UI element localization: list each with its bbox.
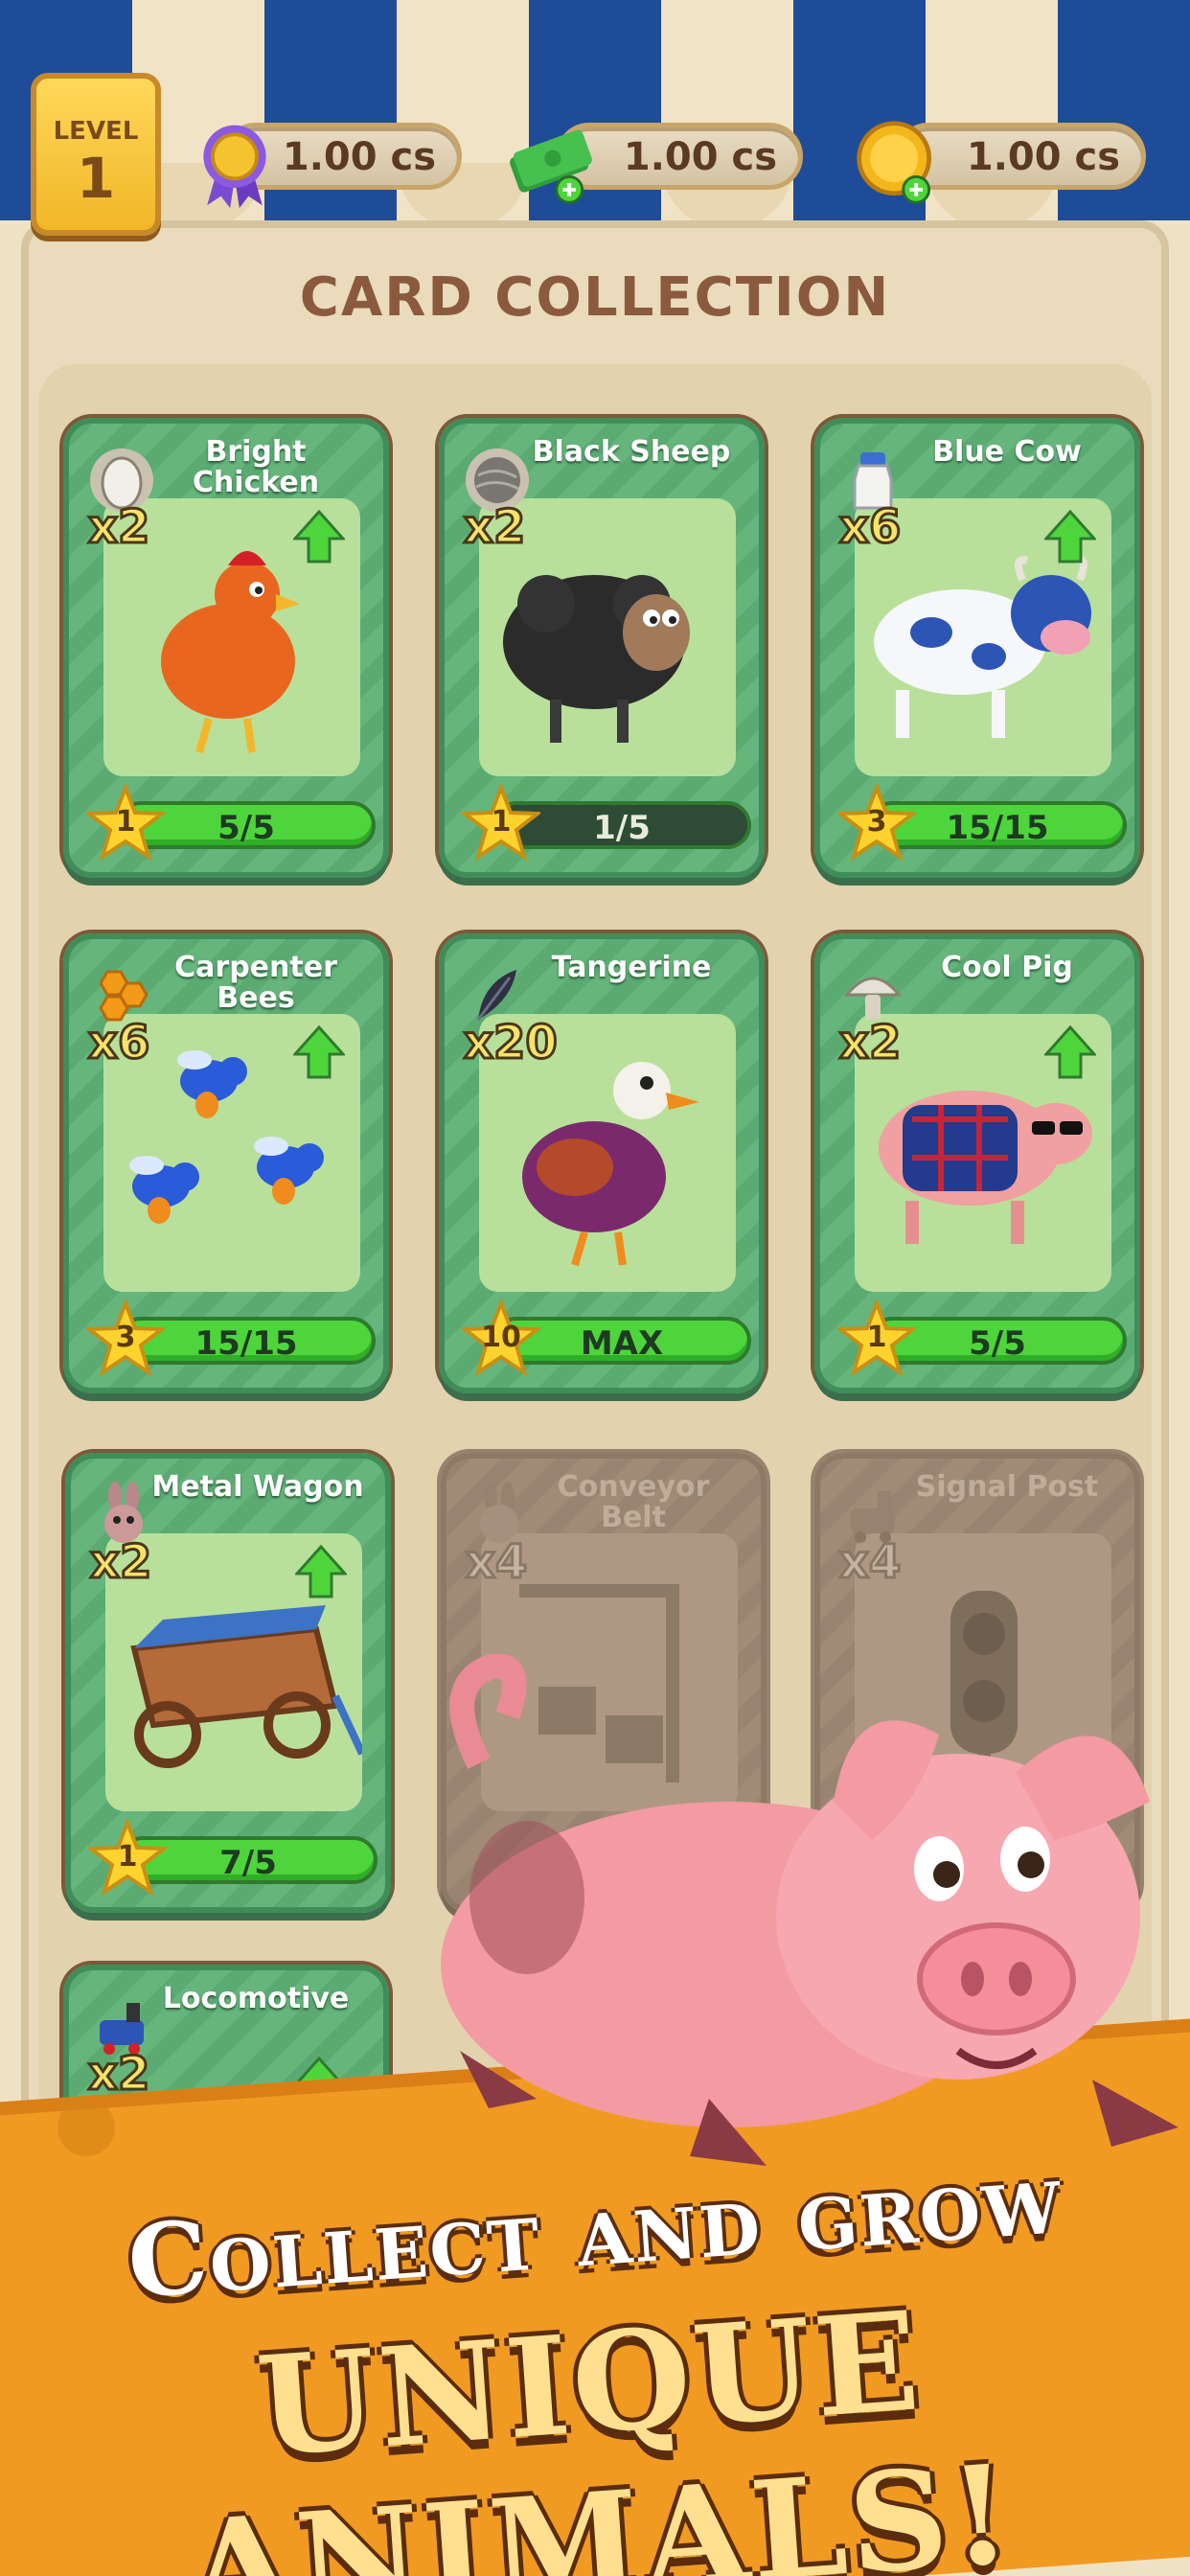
- card-name: Blue Cow: [932, 435, 1082, 469]
- card-multiplier: x2: [462, 499, 526, 556]
- cash-stack-plus-icon: [510, 129, 592, 204]
- card-multiplier: x2: [837, 1015, 902, 1071]
- card-multiplier: x6: [837, 499, 902, 556]
- card-level: 10: [481, 1321, 521, 1354]
- card-level-star: 10: [459, 1298, 543, 1378]
- upgrade-arrow-icon[interactable]: [293, 1025, 345, 1079]
- card-level-star: 3: [835, 782, 919, 862]
- upgrade-arrow-icon[interactable]: [293, 510, 345, 564]
- card-multiplier: x4: [837, 1534, 902, 1591]
- card-black-sheep[interactable]: Black Sheep x2 1/5 1: [439, 418, 765, 878]
- currency-coins[interactable]: 1.00 cs: [857, 121, 1146, 204]
- card-level-star: 3: [83, 1298, 168, 1378]
- card-name: Carpenter Bees: [174, 951, 337, 1015]
- card-level: 1: [115, 805, 136, 839]
- card-level: 3: [866, 805, 887, 839]
- cash-value: 1.00 cs: [623, 135, 777, 179]
- upgrade-arrow-icon[interactable]: [1044, 510, 1096, 564]
- card-level: 1: [491, 805, 512, 839]
- level-value: 1: [76, 146, 116, 211]
- card-name: Tangerine: [551, 951, 712, 984]
- card-level-star: 1: [459, 782, 543, 862]
- card-name: Bright Chicken: [192, 435, 320, 499]
- banner-decoration: [57, 2099, 115, 2156]
- pig-mascot-icon: [441, 1653, 1179, 2166]
- page-title: CARD COLLECTION: [299, 266, 891, 329]
- upgrade-arrow-icon[interactable]: [295, 1545, 347, 1598]
- card-carpenter-bees[interactable]: Carpenter Bees x6 15/15 3: [63, 933, 389, 1393]
- gold-coin-plus-icon: [857, 121, 932, 204]
- card-multiplier: x20: [463, 1015, 560, 1071]
- card-name: Cool Pig: [941, 951, 1073, 984]
- currency-medals[interactable]: 1.00 cs: [203, 123, 462, 209]
- card-name: Locomotive: [162, 1982, 350, 2015]
- card-level-star: 1: [85, 1817, 170, 1898]
- card-name: Metal Wagon: [151, 1470, 364, 1504]
- level-label: LEVEL: [53, 117, 139, 146]
- card-name: Conveyor Belt: [557, 1470, 710, 1534]
- card-level: 3: [115, 1321, 136, 1354]
- card-multiplier: x2: [86, 499, 150, 556]
- level-badge[interactable]: LEVEL 1: [31, 73, 161, 236]
- card-multiplier: x4: [464, 1534, 528, 1591]
- card-multiplier: x2: [88, 1534, 152, 1591]
- card-multiplier: x6: [86, 1015, 150, 1071]
- card-blue-cow[interactable]: Blue Cow x6 15/15 3: [814, 418, 1140, 878]
- card-bright-chicken[interactable]: Bright Chicken x2 5/5 1: [63, 418, 389, 878]
- card-level-star: 1: [835, 1298, 919, 1378]
- ribbon-medal-icon: [203, 125, 266, 209]
- card-level: 1: [866, 1321, 887, 1354]
- medals-value: 1.00 cs: [282, 135, 436, 179]
- card-level-star: 1: [83, 782, 168, 862]
- coins-value: 1.00 cs: [966, 135, 1120, 179]
- upgrade-arrow-icon[interactable]: [1044, 1025, 1096, 1079]
- card-name: Black Sheep: [532, 435, 731, 469]
- card-name: Signal Post: [915, 1470, 1099, 1504]
- card-tangerine[interactable]: Tangerine x20 MAX 10: [439, 933, 765, 1393]
- card-cool-pig[interactable]: Cool Pig x2 5/5 1: [814, 933, 1140, 1393]
- card-metal-wagon[interactable]: Metal Wagon x2 7/5 1: [65, 1453, 391, 1913]
- card-level: 1: [117, 1840, 138, 1874]
- currency-cash[interactable]: 1.00 cs: [510, 123, 803, 204]
